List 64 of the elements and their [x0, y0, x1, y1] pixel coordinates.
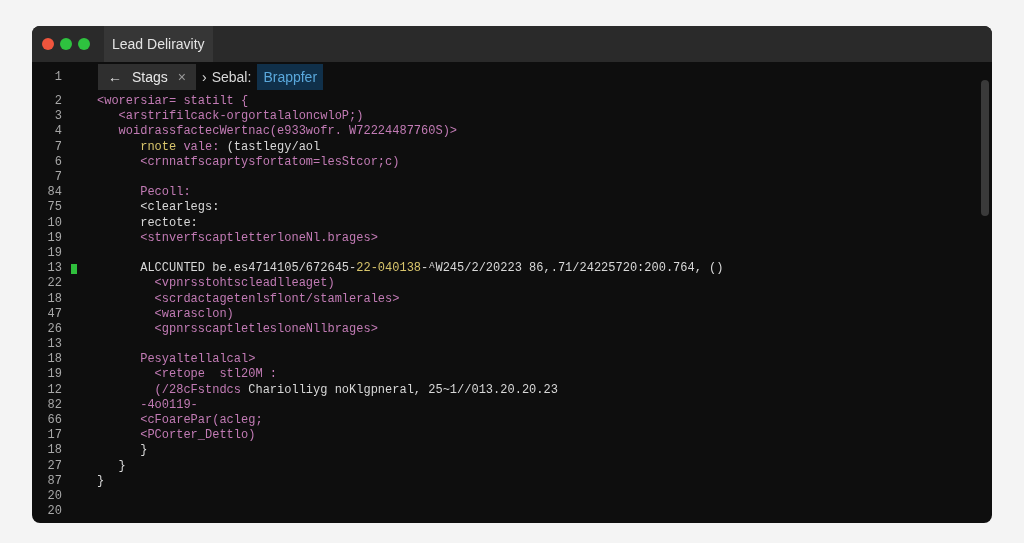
code-line: woidrassfactecWertnac(e933wofr. W72224487760S)> — [117, 124, 458, 140]
code-line: <gpnrsscaptletlesloneNllbrages> — [153, 321, 378, 337]
maximize-window-icon[interactable] — [78, 38, 90, 50]
code-line: (/28cFstndcs Chariolliyg noKlgpneral, 25~1//013.20.20.23 — [153, 382, 558, 398]
tab-label: Stags — [132, 67, 168, 87]
code-line: <scrdactagetenlsflont/stamlerales> — [153, 291, 400, 307]
code-line: <vpnrsstohtscleadlleaget) — [153, 276, 335, 292]
line-number: 4 — [53, 124, 62, 140]
line-number: 7 — [53, 139, 62, 155]
line-number: 18 — [46, 352, 62, 368]
line-number: 20 — [46, 504, 62, 520]
scrollbar-thumb[interactable] — [981, 80, 989, 216]
code-line: rnote vale: (tastlegy/aol — [139, 139, 321, 155]
line-number: 19 — [46, 367, 62, 383]
close-tab-icon[interactable]: × — [177, 66, 186, 88]
code-line: } — [117, 458, 126, 474]
line-number: 18 — [46, 291, 62, 307]
code-line: Pesyaltellalcal> — [139, 352, 256, 368]
line-number: 2 — [53, 94, 62, 110]
line-number: 17 — [46, 428, 62, 444]
code-line: } — [97, 473, 105, 489]
code-line: <clearlegs: — [139, 200, 220, 216]
code-line: <crnnatfscaprtysfortatom=lesStcor;c) — [139, 154, 400, 170]
line-number: 75 — [46, 200, 62, 216]
close-window-icon[interactable] — [42, 38, 54, 50]
editor-tab[interactable]: ← Stags × — [98, 64, 196, 90]
back-arrow-icon[interactable]: ← — [108, 66, 122, 88]
code-line: ALCCUNTED be.es4714105/672645-22-040138-ᴬW245/2/20223 86,.71/24225720:200.764, () — [139, 261, 724, 277]
line-number: 6 — [53, 154, 62, 170]
code-line: Pecoll: — [139, 185, 191, 201]
code-line: <retope stl20M : — [153, 367, 278, 383]
code-line: rectote: — [139, 215, 198, 231]
line-number: 19 — [46, 230, 62, 246]
chevron-icon: › — [202, 66, 207, 88]
minimize-window-icon[interactable] — [60, 38, 72, 50]
line-number: 66 — [46, 413, 62, 429]
line-number: 12 — [46, 382, 62, 398]
code-line: <warasclon) — [153, 306, 234, 322]
code-line: } — [139, 443, 148, 459]
line-number: 20 — [46, 488, 62, 504]
line-number: 1 — [53, 69, 62, 86]
code-line: <PCorter_Dettlo) — [139, 428, 256, 444]
line-number: 82 — [46, 397, 62, 413]
line-number: 13 — [46, 337, 62, 353]
code-line: <worersiar= statilt { — [97, 94, 249, 110]
breadcrumb-highlight[interactable]: Brappfer — [257, 64, 324, 90]
line-number: 87 — [46, 473, 62, 489]
line-number: 19 — [46, 245, 62, 261]
window-title: Lead Deliravity — [104, 26, 213, 62]
line-number: 18 — [46, 443, 62, 459]
code-line: -4o0119- — [139, 397, 198, 413]
line-number: 13 — [46, 261, 62, 277]
line-number: 10 — [46, 215, 62, 231]
line-number: 22 — [46, 276, 62, 292]
line-number: 47 — [46, 306, 62, 322]
code-line: <arstrifilcack-orgortalaloncwloP;) — [117, 109, 364, 125]
line-number: 84 — [46, 185, 62, 201]
code-line: <stnverfscaptletterloneNl.brages> — [139, 230, 378, 246]
line-number: 27 — [46, 458, 62, 474]
line-number: 7 — [53, 170, 62, 186]
line-number: 3 — [53, 109, 62, 125]
breadcrumb-item[interactable]: Sebal: — [211, 66, 252, 88]
code-line: <cFoarePar(acleg; — [139, 413, 263, 429]
line-number: 26 — [46, 321, 62, 337]
